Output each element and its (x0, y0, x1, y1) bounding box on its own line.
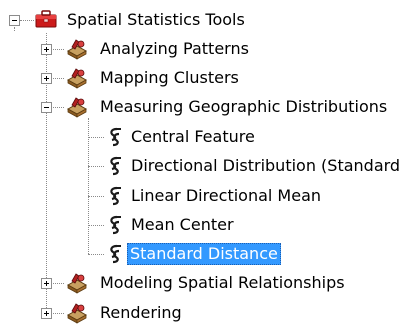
tree-connector (20, 20, 34, 21)
tree-node-mean-center[interactable]: Mean Center (128, 214, 237, 236)
tree-connector (88, 196, 104, 197)
tree-node-mapping-clusters[interactable]: Mapping Clusters (97, 67, 242, 89)
toolset-icon (65, 302, 89, 324)
expand-toggle-analyzing-patterns[interactable] (41, 44, 52, 55)
tree-connector (88, 225, 104, 226)
script-tool-icon (104, 243, 126, 265)
tree-node-central-feature[interactable]: Central Feature (128, 126, 258, 148)
script-tool-icon (104, 185, 126, 207)
toolset-icon (65, 96, 89, 118)
tree-node-linear-directional-mean[interactable]: Linear Directional Mean (128, 185, 324, 207)
toolbox-tree: Spatial Statistics Tools Analyzing Patte… (0, 0, 410, 326)
expand-toggle-mapping-clusters[interactable] (41, 73, 52, 84)
tree-node-rendering[interactable]: Rendering (97, 302, 185, 324)
red-toolbox-icon (33, 8, 57, 30)
collapse-toggle-root[interactable] (9, 15, 20, 26)
tree-node-directional-distribution[interactable]: Directional Distribution (Standard (128, 155, 403, 177)
tree-connector (88, 166, 104, 167)
tree-node-standard-distance[interactable]: Standard Distance (127, 243, 281, 265)
tree-connector (88, 254, 104, 255)
script-tool-icon (104, 214, 126, 236)
tree-node-analyzing-patterns[interactable]: Analyzing Patterns (97, 38, 252, 60)
tree-connector (88, 137, 104, 138)
toolset-icon (65, 272, 89, 294)
expand-toggle-modeling-spatial-relationships[interactable] (41, 278, 52, 289)
script-tool-icon (104, 155, 126, 177)
tree-connector (14, 27, 15, 31)
toolset-icon (65, 38, 89, 60)
tree-connector (88, 118, 89, 254)
script-tool-icon (104, 126, 126, 148)
toolset-icon (65, 67, 89, 89)
tree-node-measuring-geographic-distributions[interactable]: Measuring Geographic Distributions (97, 96, 390, 118)
collapse-toggle-measuring-geographic-distributions[interactable] (41, 102, 52, 113)
expand-toggle-rendering[interactable] (41, 308, 52, 319)
tree-node-spatial-statistics-tools[interactable]: Spatial Statistics Tools (64, 9, 248, 31)
tree-node-modeling-spatial-relationships[interactable]: Modeling Spatial Relationships (97, 272, 348, 294)
